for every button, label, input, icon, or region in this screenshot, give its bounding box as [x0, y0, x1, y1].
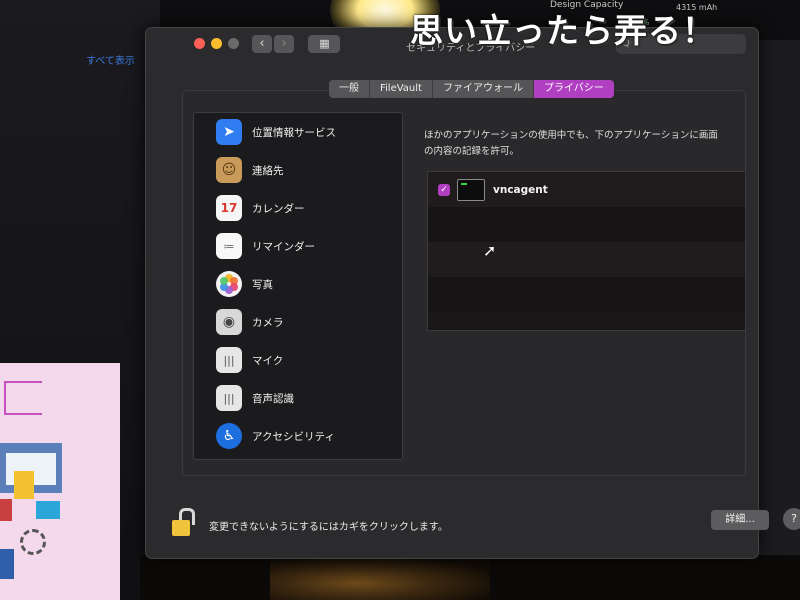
thumb-gear-icon	[20, 529, 46, 555]
accessibility-icon: ♿	[216, 423, 242, 449]
category-label: 写真	[252, 278, 273, 291]
thumb-folder-icon	[14, 471, 34, 499]
zoom-button[interactable]	[228, 38, 239, 49]
category-label: カメラ	[252, 316, 284, 329]
photos-icon	[216, 271, 242, 297]
tab-bar: 一般 FileVault ファイアウォール プライバシー	[329, 80, 614, 98]
speech-recognition-icon: |||	[216, 385, 242, 411]
category-calendars[interactable]: 17 カレンダー	[194, 189, 402, 227]
thumb-red-block	[0, 499, 12, 521]
location-arrow-icon: ➤	[216, 119, 242, 145]
category-accessibility[interactable]: ♿ アクセシビリティ	[194, 417, 402, 455]
tab-filevault[interactable]: FileVault	[370, 80, 433, 98]
app-row-empty	[428, 242, 745, 277]
show-all-link[interactable]: すべて表示	[86, 52, 135, 67]
show-all-grid-button[interactable]: ▦	[308, 35, 340, 53]
tab-general[interactable]: 一般	[329, 80, 370, 98]
allowed-apps-list[interactable]: ✓ vncagent	[427, 171, 746, 331]
category-label: マイク	[252, 354, 284, 367]
category-speech-recognition[interactable]: ||| 音声認識	[194, 379, 402, 417]
thumb-bracket-shape	[4, 381, 42, 415]
privacy-category-list[interactable]: ➤ 位置情報サービス ☺ 連絡先 17 カレンダー ≔ リマインダー 写真 ◉ …	[193, 112, 403, 460]
category-location-services[interactable]: ➤ 位置情報サービス	[194, 113, 402, 151]
category-label: 音声認識	[252, 392, 294, 405]
lock-instruction-text: 変更できないようにするにはカギをクリックします。	[209, 522, 448, 533]
app-name: vncagent	[493, 183, 548, 196]
category-label: アクセシビリティ	[252, 430, 335, 443]
app-row-empty	[428, 277, 745, 312]
category-contacts[interactable]: ☺ 連絡先	[194, 151, 402, 189]
contacts-icon: ☺	[216, 157, 242, 183]
background-wallpaper-fire	[270, 558, 490, 600]
tab-privacy[interactable]: プライバシー	[533, 80, 614, 98]
advanced-button[interactable]: 詳細...	[711, 510, 769, 530]
back-button[interactable]: ‹	[252, 35, 272, 53]
forward-button[interactable]: ›	[274, 35, 294, 53]
app-row-vncagent[interactable]: ✓ vncagent	[428, 172, 745, 207]
microphone-icon: |||	[216, 347, 242, 373]
photos-flower-icon	[220, 274, 238, 294]
category-label: カレンダー	[252, 202, 305, 215]
category-label: リマインダー	[252, 240, 315, 253]
tab-firewall[interactable]: ファイアウォール	[433, 80, 534, 98]
category-label: 連絡先	[252, 164, 284, 177]
close-button[interactable]	[194, 38, 205, 49]
calendar-icon: 17	[216, 195, 242, 221]
lock-body	[172, 520, 190, 536]
app-row-empty	[428, 207, 745, 242]
category-photos[interactable]: 写真	[194, 265, 402, 303]
blog-watermark: 思い立ったら弄る！	[410, 11, 716, 50]
slide-thumbnail	[0, 363, 120, 600]
category-label: 位置情報サービス	[252, 126, 336, 139]
thumb-folder-blue-icon	[36, 501, 60, 519]
category-microphone[interactable]: ||| マイク	[194, 341, 402, 379]
security-privacy-window: ‹ › ▦ セキュリティとプライバシー Q 一般 FileVault ファイアウ…	[145, 27, 800, 559]
category-reminders[interactable]: ≔ リマインダー	[194, 227, 402, 265]
minimize-button[interactable]	[211, 38, 222, 49]
thumb-blue-block	[0, 549, 14, 579]
reminders-icon: ≔	[216, 233, 242, 259]
mouse-pointer-icon: ➚	[483, 241, 497, 260]
terminal-app-icon	[457, 178, 485, 201]
help-button[interactable]: ?	[783, 508, 800, 530]
category-camera[interactable]: ◉ カメラ	[194, 303, 402, 341]
permission-description: ほかのアプリケーションの使用中でも、下のアプリケーションに画面の内容の記録を許可…	[424, 130, 718, 157]
app-allow-checkbox[interactable]: ✓	[438, 183, 450, 196]
camera-icon: ◉	[216, 309, 242, 335]
lock-icon[interactable]	[172, 508, 195, 536]
